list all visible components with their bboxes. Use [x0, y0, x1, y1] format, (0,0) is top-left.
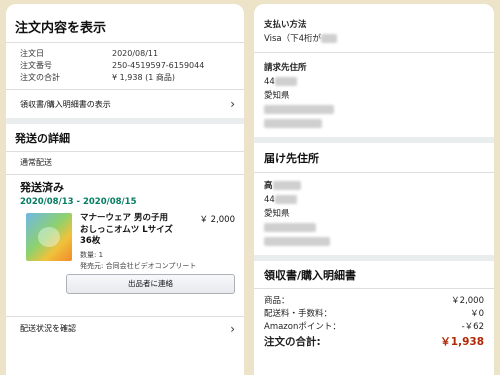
shipping-method: 通常配送 [20, 158, 52, 167]
order-number-row: 注文番号 250-4519597-6159044 [20, 60, 235, 72]
order-number-value: 250-4519597-6159044 [112, 61, 205, 70]
payment-card-text: Visa（下4桁が [264, 34, 322, 44]
shipping-postal: 44 [264, 195, 275, 205]
product-name[interactable]: マナーウェア 男の子用おしっこオムツ Lサイズ 36枚 [80, 213, 176, 248]
redacted-text [321, 34, 338, 43]
product-quantity: 数量: 1 [80, 250, 104, 259]
payment-card: Visa（下4桁が [264, 32, 484, 46]
billing-postal: 44 [264, 77, 275, 87]
redacted-text [264, 223, 316, 232]
points-row: Amazonポイント： -￥62 [264, 321, 484, 334]
order-total-label: 注文の合計 [20, 73, 60, 82]
receipt-summary: 商品： ￥2,000 配送料・手数料： ￥0 Amazonポイント： -￥62 … [254, 289, 494, 350]
billing-line-2: 愛知県 [264, 91, 290, 101]
shipping-line-1: 44 [264, 193, 484, 207]
redacted-text [264, 237, 330, 246]
payment-address-panel: 支払い方法 Visa（下4桁が 請求先住所 44 愛知県 届け先住所 高 44 … [254, 4, 494, 375]
order-item: マナーウェア 男の子用おしっこオムツ Lサイズ 36枚 ￥ 2,000 数量: … [6, 207, 244, 271]
redacted-text [264, 119, 322, 128]
subtotal-row: 商品： ￥2,000 [264, 295, 484, 308]
subtotal-value: ￥2,000 [451, 296, 484, 306]
page-title: 注文内容を表示 [15, 21, 107, 36]
order-total-value: ¥ 1,938 (1 商品) [112, 73, 175, 82]
shipping-status: 発送済み [20, 181, 64, 194]
billing-line-4 [264, 117, 484, 131]
receipt-title: 領収書/購入明細書 [264, 269, 357, 282]
receipt-link[interactable]: 領収書/購入明細書の表示 › [6, 90, 244, 118]
track-shipment-link[interactable]: 配送状況を確認 › [6, 317, 244, 341]
shipping-fee-label: 配送料・手数料： [264, 309, 333, 319]
product-seller: 発売元: 合同会社ビデオコンプリート [80, 261, 197, 270]
billing-line-1: 44 [264, 75, 484, 89]
points-value: -￥62 [461, 322, 484, 332]
redacted-text [274, 195, 297, 204]
billing-address-title: 請求先住所 [264, 63, 307, 73]
track-shipment-label: 配送状況を確認 [20, 324, 76, 333]
shipping-name-text: 高 [264, 181, 273, 191]
contact-seller-button[interactable]: 出品者に連絡 [66, 273, 235, 294]
subtotal-label: 商品： [264, 296, 290, 306]
redacted-text [274, 77, 297, 86]
order-detail-panel: 注文内容を表示 注文日 2020/08/11 注文番号 250-4519597-… [6, 4, 244, 375]
redacted-text [272, 181, 301, 190]
product-price: ￥ 2,000 [199, 215, 235, 225]
delivery-dates: 2020/08/13 - 2020/08/15 [20, 197, 137, 207]
order-number-label: 注文番号 [20, 61, 52, 70]
chevron-right-icon: › [230, 321, 235, 336]
grand-total-value: ￥1,938 [440, 336, 484, 348]
grand-total-label: 注文の合計: [264, 336, 321, 348]
shipping-name: 高 [264, 179, 484, 193]
shipping-title: 発送の詳細 [15, 132, 70, 145]
points-label: Amazonポイント： [264, 322, 341, 332]
product-image[interactable] [26, 213, 72, 261]
order-total-row: 注文の合計 ¥ 1,938 (1 商品) [20, 72, 235, 84]
shipping-line-2: 愛知県 [264, 209, 290, 219]
receipt-link-label: 領収書/購入明細書の表示 [20, 99, 111, 109]
payment-method-title: 支払い方法 [264, 20, 307, 30]
shipping-address-title: 届け先住所 [264, 152, 319, 165]
grand-total-row: 注文の合計: ￥1,938 [264, 335, 484, 350]
shipping-line-4 [264, 235, 484, 249]
shipping-fee-value: ￥0 [470, 309, 484, 319]
order-date-value: 2020/08/11 [112, 49, 159, 58]
order-date-row: 注文日 2020/08/11 [20, 48, 235, 60]
shipping-line-3 [264, 221, 484, 235]
billing-line-3 [264, 103, 484, 117]
order-info: 注文日 2020/08/11 注文番号 250-4519597-6159044 … [6, 43, 244, 89]
shipping-fee-row: 配送料・手数料： ￥0 [264, 308, 484, 321]
chevron-right-icon: › [230, 97, 235, 111]
redacted-text [264, 105, 334, 114]
order-date-label: 注文日 [20, 49, 44, 58]
